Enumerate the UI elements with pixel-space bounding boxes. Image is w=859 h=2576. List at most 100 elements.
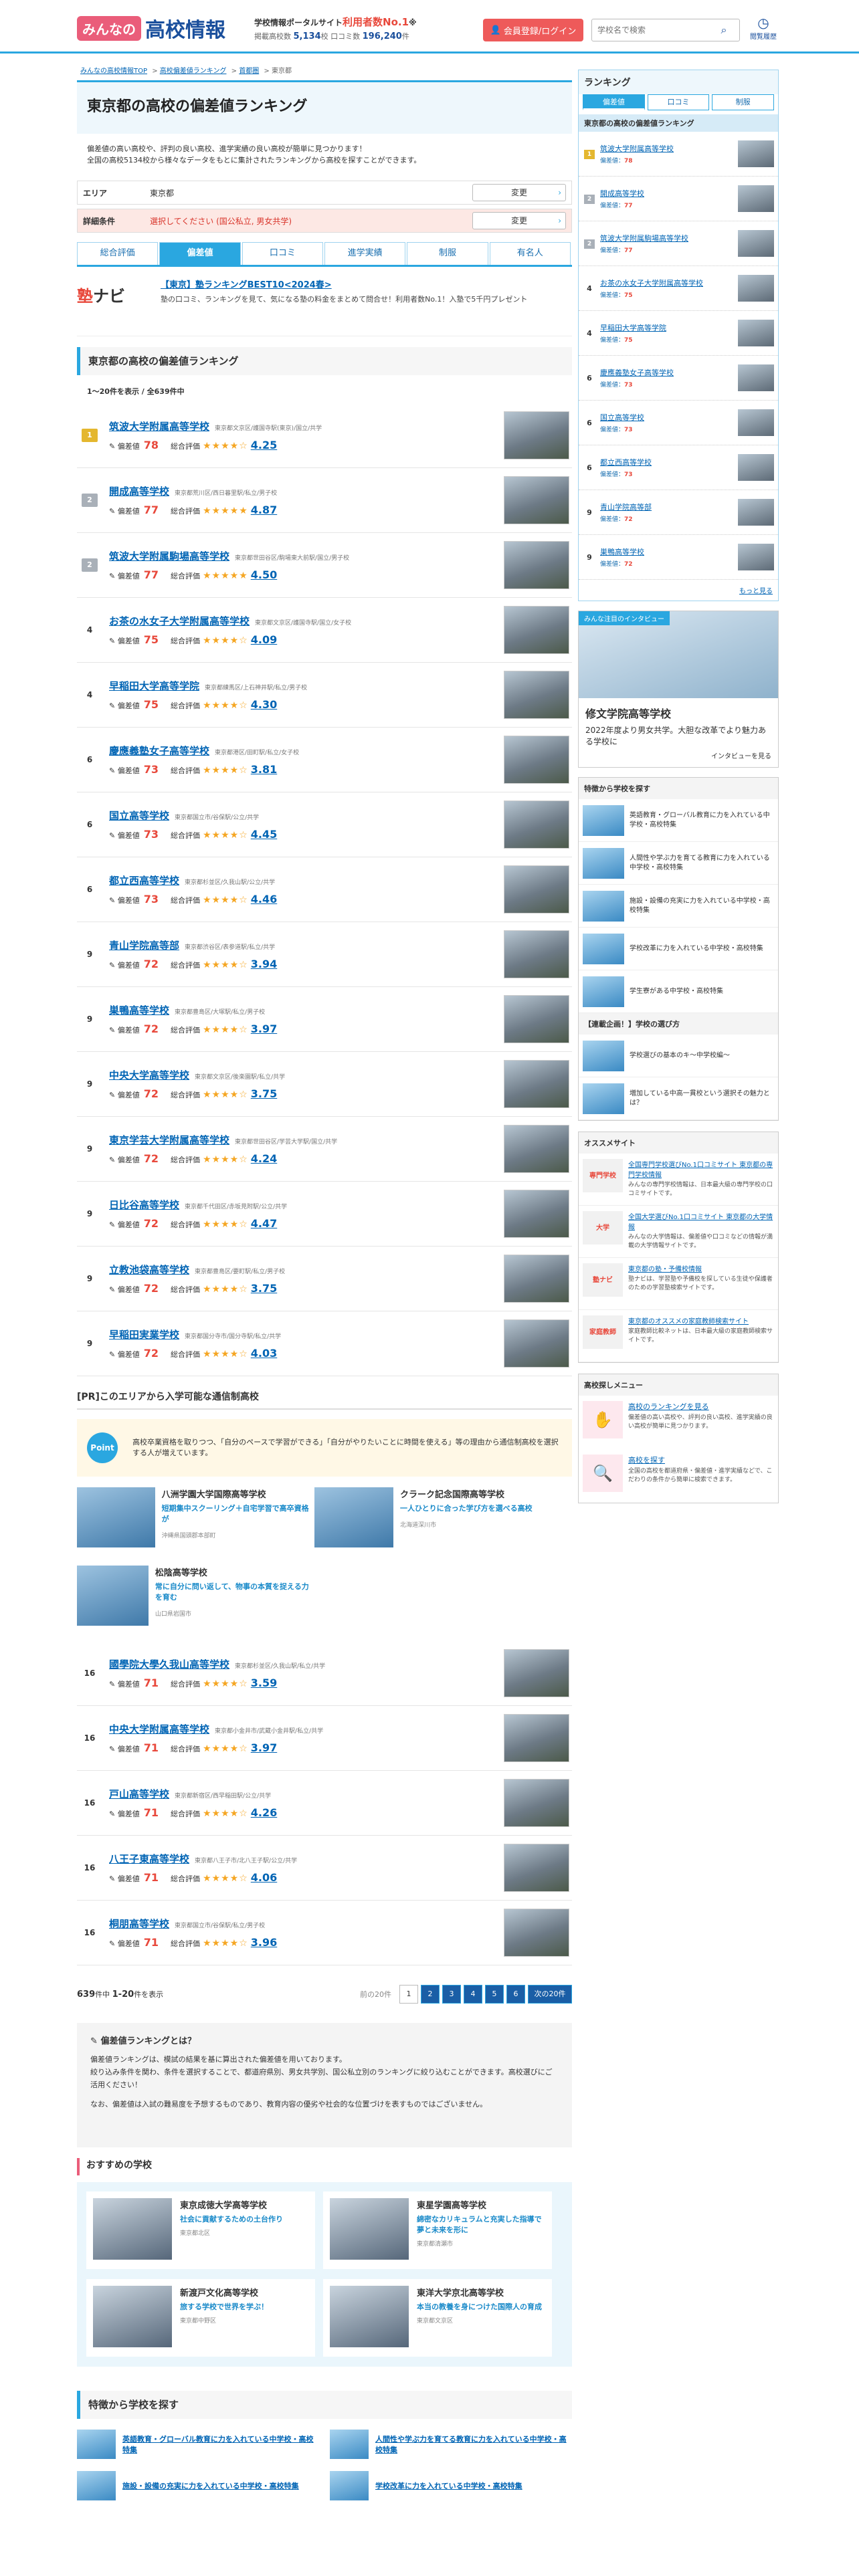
school-name-link[interactable]: 中央大学高等学校: [109, 1068, 189, 1082]
school-photo[interactable]: [738, 364, 774, 391]
recommend-name[interactable]: 東京成徳大学高等学校: [180, 2198, 283, 2211]
side-plan-item[interactable]: 学校選びの基本のキ〜中学校編〜: [579, 1035, 778, 1077]
side-more-link[interactable]: もっと見る: [739, 588, 773, 595]
school-photo[interactable]: [504, 800, 569, 849]
side-feature-item[interactable]: 英語教育・グローバル教育に力を入れている中学校・高校特集: [579, 799, 778, 842]
side-school-link[interactable]: 筑波大学附属高等学校: [600, 144, 674, 153]
feature-item[interactable]: 施設・設備の充実に力を入れている中学校・高校特集: [77, 2470, 316, 2502]
menu-link[interactable]: 高校を探す: [628, 1456, 665, 1465]
school-name-link[interactable]: 青山学院高等部: [109, 938, 179, 952]
interview-more[interactable]: インタビューを見る: [585, 750, 771, 760]
history-button[interactable]: ◷ 閲覧履歴: [747, 15, 780, 41]
school-photo[interactable]: [738, 275, 774, 302]
review-score[interactable]: 3.59: [251, 1677, 277, 1689]
side-tab-reviews[interactable]: 口コミ: [647, 94, 710, 110]
breadcrumb-ranking[interactable]: 高校偏差値ランキング: [160, 68, 227, 75]
tab-celebrities[interactable]: 有名人: [489, 242, 571, 265]
page-2[interactable]: 2: [421, 1985, 440, 2004]
school-photo[interactable]: [504, 606, 569, 654]
school-photo[interactable]: [738, 185, 774, 212]
side-school-link[interactable]: 開成高等学校: [600, 189, 644, 198]
breadcrumb-region[interactable]: 首都圏: [239, 68, 259, 75]
tab-reviews[interactable]: 口コミ: [242, 242, 323, 265]
side-school-link[interactable]: 国立高等学校: [600, 413, 644, 422]
pr-card-name[interactable]: クラーク記念国際高等学校: [400, 1487, 533, 1500]
review-score[interactable]: 3.75: [251, 1282, 277, 1295]
school-photo[interactable]: [504, 541, 569, 589]
review-score[interactable]: 4.06: [251, 1871, 277, 1884]
review-score[interactable]: 3.97: [251, 1023, 277, 1035]
feature-link[interactable]: 英語教育・グローバル教育に力を入れている中学校・高校特集: [122, 2434, 316, 2455]
pr-card[interactable]: クラーク記念国際高等学校 一人ひとりに合った学び方を選べる高校 北海道深川市: [314, 1487, 552, 1558]
feature-link[interactable]: 施設・設備の充実に力を入れている中学校・高校特集: [122, 2480, 299, 2491]
recommend-name[interactable]: 東洋大学京北高等学校: [417, 2286, 542, 2298]
review-score[interactable]: 3.96: [251, 1936, 277, 1949]
school-photo[interactable]: [738, 320, 774, 346]
pr-card[interactable]: 松陰高等学校 常に自分に問い返して、物事の本質を捉える力を育む 山口県岩国市: [77, 1566, 314, 1636]
feature-item[interactable]: 英語教育・グローバル教育に力を入れている中学校・高校特集: [77, 2428, 316, 2460]
review-score[interactable]: 3.75: [251, 1087, 277, 1100]
breadcrumb-top[interactable]: みんなの高校情報TOP: [80, 68, 147, 75]
site-logo[interactable]: みんなの 高校情報: [77, 13, 225, 43]
side-school-link[interactable]: 巣鴨高等学校: [600, 548, 644, 556]
school-name-link[interactable]: 東京学芸大学附属高等学校: [109, 1133, 229, 1147]
school-photo[interactable]: [504, 1319, 569, 1368]
school-name-link[interactable]: 國學院大學久我山高等学校: [109, 1657, 229, 1671]
school-photo[interactable]: [504, 736, 569, 784]
school-photo[interactable]: [504, 1714, 569, 1762]
school-photo[interactable]: [504, 1125, 569, 1173]
school-name-link[interactable]: 慶應義塾女子高等学校: [109, 744, 209, 758]
side-feature-item[interactable]: 施設・設備の充実に力を入れている中学校・高校特集: [579, 885, 778, 928]
review-score[interactable]: 4.45: [251, 828, 277, 841]
pr-card[interactable]: 八洲学園大学国際高等学校 短期集中スクーリング＋自宅学習で高卒資格が 沖縄県国頭郡本…: [77, 1487, 314, 1558]
recommend-name[interactable]: 東星学園高等学校: [417, 2198, 545, 2211]
feature-link[interactable]: 人間性や学ぶ力を育てる教育に力を入れている中学校・高校特集: [375, 2434, 569, 2455]
side-school-link[interactable]: 早稲田大学高等学院: [600, 324, 666, 332]
review-score[interactable]: 4.50: [251, 568, 277, 581]
school-name-link[interactable]: 中央大学附属高等学校: [109, 1722, 209, 1736]
school-name-link[interactable]: 国立高等学校: [109, 809, 169, 823]
side-feature-item[interactable]: 学校改革に力を入れている中学校・高校特集: [579, 928, 778, 970]
ad-title-link[interactable]: 【東京】塾ランキングBEST10<2024春>: [161, 278, 527, 290]
school-name-link[interactable]: 日比谷高等学校: [109, 1198, 179, 1212]
login-button[interactable]: 👤 会員登録/ログイン: [483, 19, 583, 41]
menu-item[interactable]: 🔍 高校を探す 全国の高校を都道府県・偏差値・進学実績などで、こだわりの条件から簡単…: [579, 1449, 778, 1503]
search-input[interactable]: [592, 25, 712, 35]
school-photo[interactable]: [738, 454, 774, 481]
interview-card[interactable]: みんな注目のインタビュー 修文学院高等学校 2022年度より男女共学。大胆な改革…: [578, 611, 779, 768]
review-score[interactable]: 4.26: [251, 1806, 277, 1819]
review-score[interactable]: 4.03: [251, 1347, 277, 1360]
school-photo[interactable]: [738, 544, 774, 570]
school-photo[interactable]: [504, 1190, 569, 1238]
school-name-link[interactable]: お茶の水女子大学附属高等学校: [109, 614, 250, 628]
side-tab-deviation[interactable]: 偏差値: [583, 94, 645, 110]
search-icon[interactable]: ⌕: [712, 23, 735, 37]
school-photo[interactable]: [504, 995, 569, 1043]
feature-item[interactable]: 学校改革に力を入れている中学校・高校特集: [330, 2470, 569, 2502]
school-photo[interactable]: [504, 930, 569, 978]
school-name-link[interactable]: 筑波大学附属高等学校: [109, 419, 209, 433]
menu-link[interactable]: 高校のランキングを見る: [628, 1402, 709, 1411]
tab-uniform[interactable]: 制服: [407, 242, 488, 265]
school-name-link[interactable]: 早稲田実業学校: [109, 1327, 179, 1341]
site-item[interactable]: 専門学校 全国専門学校選びNo.1口コミサイト 東京都の専門学校情報 みんなの専門学…: [579, 1154, 778, 1206]
filter-area-change-button[interactable]: 変更: [472, 184, 566, 201]
page-5[interactable]: 5: [485, 1985, 504, 2004]
review-score[interactable]: 4.09: [251, 633, 277, 646]
side-school-link[interactable]: お茶の水女子大学附属高等学校: [600, 279, 703, 288]
side-plan-item[interactable]: 増加している中高一貫校という選択その魅力とは？: [579, 1077, 778, 1120]
school-photo[interactable]: [504, 476, 569, 524]
school-photo[interactable]: [738, 499, 774, 526]
review-score[interactable]: 4.46: [251, 893, 277, 905]
side-school-link[interactable]: 青山学院高等部: [600, 503, 652, 512]
school-photo[interactable]: [504, 1060, 569, 1108]
school-name-link[interactable]: 筑波大学附属駒場高等学校: [109, 549, 229, 563]
school-name-link[interactable]: 桐朋高等学校: [109, 1917, 169, 1931]
review-score[interactable]: 3.81: [251, 763, 277, 776]
site-link[interactable]: 東京都の塾・予備校情報: [628, 1266, 702, 1273]
school-name-link[interactable]: 巣鴨高等学校: [109, 1003, 169, 1017]
school-photo[interactable]: [738, 409, 774, 436]
school-photo[interactable]: [504, 411, 569, 459]
side-school-link[interactable]: 都立西高等学校: [600, 458, 652, 467]
review-score[interactable]: 4.87: [251, 504, 277, 516]
